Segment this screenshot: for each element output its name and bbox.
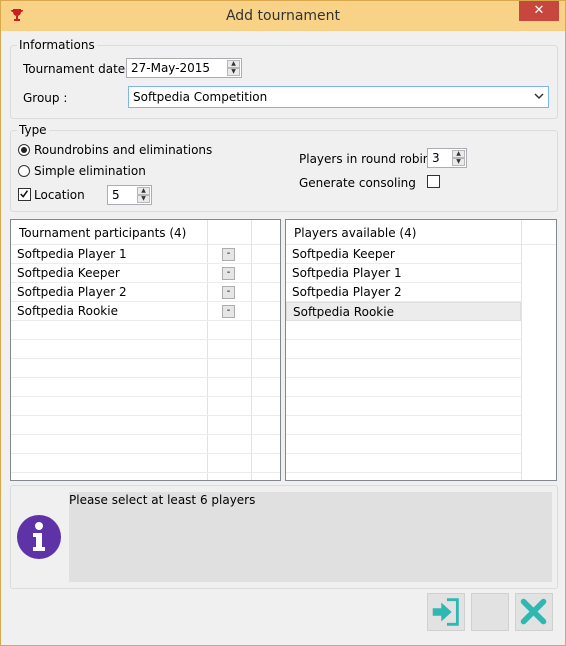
participant-name: Softpedia Keeper <box>17 266 120 280</box>
remove-participant-button[interactable]: - <box>222 286 235 299</box>
participants-panel: Tournament participants (4) Softpedia Pl… <box>10 219 281 481</box>
players-round-robin-value: 3 <box>432 151 440 165</box>
table-row[interactable]: Softpedia Player 2 - <box>11 283 280 302</box>
generate-consoling-label: Generate consoling <box>299 176 416 190</box>
location-label[interactable]: Location <box>34 188 85 202</box>
spin-down-icon[interactable]: ▼ <box>137 195 150 203</box>
table-row <box>11 321 280 340</box>
group-label: Group : <box>23 91 68 105</box>
location-spinner[interactable]: 5 ▲ ▼ <box>107 185 152 205</box>
table-row[interactable]: Softpedia Rookie - <box>11 302 280 321</box>
table-row <box>11 340 280 359</box>
table-row <box>286 454 521 473</box>
blank-button[interactable] <box>471 593 509 631</box>
table-row <box>11 416 280 435</box>
title-bar: Add tournament ✕ <box>1 1 565 31</box>
table-row <box>286 378 521 397</box>
spin-up-icon[interactable]: ▲ <box>452 150 465 158</box>
participant-name: Softpedia Rookie <box>17 304 118 318</box>
table-row <box>11 397 280 416</box>
participant-name: Softpedia Player 2 <box>17 285 127 299</box>
table-row <box>286 416 521 435</box>
players-spin-arrows[interactable]: ▲ ▼ <box>452 150 465 166</box>
available-player-name: Softpedia Player 1 <box>292 266 402 280</box>
spin-up-icon[interactable]: ▲ <box>137 187 150 195</box>
players-round-robin-label: Players in round robin : <box>299 152 439 166</box>
table-row <box>286 340 521 359</box>
location-checkbox[interactable] <box>18 188 31 201</box>
message-box: Please select at least 6 players <box>69 492 552 582</box>
table-row[interactable]: Softpedia Player 2 <box>286 283 521 302</box>
roundrobin-label[interactable]: Roundrobins and eliminations <box>34 143 212 157</box>
close-icon: ✕ <box>533 3 545 18</box>
informations-legend: Informations <box>17 38 97 52</box>
generate-consoling-checkbox[interactable] <box>427 175 440 188</box>
tournament-date-label: Tournament date : <box>23 62 134 76</box>
group-select[interactable]: Softpedia Competition <box>128 86 549 108</box>
close-x-icon <box>520 598 547 625</box>
remove-participant-button[interactable]: - <box>222 267 235 280</box>
available-player-name: Softpedia Player 2 <box>292 285 402 299</box>
window-title: Add tournament <box>225 8 341 24</box>
location-spin-arrows[interactable]: ▲ ▼ <box>137 187 150 203</box>
table-row <box>286 435 521 454</box>
confirm-button[interactable] <box>427 593 465 631</box>
table-row[interactable]: Softpedia Player 1 - <box>11 245 280 264</box>
table-row[interactable]: Softpedia Keeper - <box>11 264 280 283</box>
group-select-value: Softpedia Competition <box>133 90 268 104</box>
add-tournament-window: Add tournament ✕ Informations Tournament… <box>0 0 566 646</box>
available-header-label: Players available (4) <box>294 226 417 240</box>
participant-name: Softpedia Player 1 <box>17 247 127 261</box>
date-spin-arrows[interactable]: ▲ ▼ <box>227 60 240 76</box>
info-icon <box>17 515 61 559</box>
checkmark-icon <box>20 190 29 198</box>
spin-up-icon[interactable]: ▲ <box>227 60 240 68</box>
column-divider <box>521 220 522 480</box>
available-panel: Players available (4) Softpedia Keeper So… <box>285 219 557 481</box>
table-row[interactable]: Softpedia Rookie <box>286 302 521 321</box>
tournament-date-picker[interactable]: 27-May-2015 ▲ ▼ <box>126 58 242 78</box>
remove-participant-button[interactable]: - <box>222 248 235 261</box>
table-row <box>11 378 280 397</box>
available-player-name: Softpedia Keeper <box>292 247 395 261</box>
available-header: Players available (4) <box>286 220 556 245</box>
table-row[interactable]: Softpedia Player 1 <box>286 264 521 283</box>
radio-selected-dot <box>21 147 27 153</box>
participants-header: Tournament participants (4) <box>11 220 280 245</box>
remove-participant-button[interactable]: - <box>222 305 235 318</box>
available-player-name: Softpedia Rookie <box>293 305 394 319</box>
players-round-robin-spinner[interactable]: 3 ▲ ▼ <box>427 148 467 168</box>
tournament-date-value: 27-May-2015 <box>131 61 211 75</box>
message-text: Please select at least 6 players <box>69 493 256 507</box>
table-row <box>286 359 521 378</box>
table-row <box>11 435 280 454</box>
roundrobin-radio[interactable] <box>18 144 30 156</box>
chevron-down-icon <box>534 93 544 100</box>
enter-icon <box>432 598 459 626</box>
table-row <box>11 359 280 378</box>
simple-elimination-radio[interactable] <box>18 165 30 177</box>
table-row <box>286 321 521 340</box>
cancel-button[interactable] <box>515 593 553 631</box>
spin-down-icon[interactable]: ▼ <box>452 158 465 166</box>
type-legend: Type <box>17 123 49 137</box>
spin-down-icon[interactable]: ▼ <box>227 68 240 76</box>
window-close-button[interactable]: ✕ <box>519 1 559 21</box>
table-row <box>286 397 521 416</box>
table-row[interactable]: Softpedia Keeper <box>286 245 521 264</box>
location-value: 5 <box>112 188 120 202</box>
table-row <box>11 454 280 473</box>
simple-elimination-label[interactable]: Simple elimination <box>34 164 146 178</box>
participants-header-label: Tournament participants (4) <box>19 226 187 240</box>
